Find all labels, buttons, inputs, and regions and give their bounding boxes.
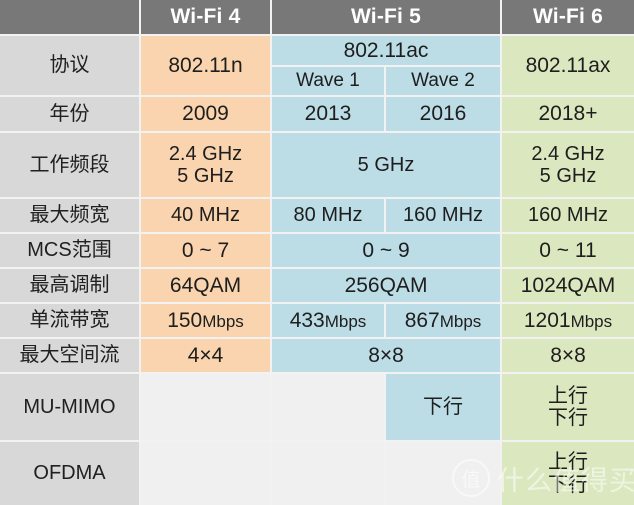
cell-per-stream-bandwidth-wifi5-wave1: 433Mbps: [272, 304, 384, 337]
cell-ofdma-wifi4: [141, 442, 270, 505]
cell-frequency-band-wifi4: 2.4 GHz 5 GHz: [141, 133, 270, 197]
subcolumn-header-wave1: Wave 1: [272, 67, 384, 95]
cell-protocol-wifi6: 802.11ax: [502, 36, 634, 95]
row-label-per-stream-bandwidth: 单流带宽: [0, 304, 139, 337]
cell-ofdma-wifi5-wave1: [272, 442, 384, 505]
column-header-wifi5: Wi-Fi 5: [272, 0, 500, 34]
cell-max-spatial-streams-wifi5: 8×8: [272, 339, 500, 372]
row-label-protocol: 协议: [0, 36, 139, 95]
cell-protocol-wifi4: 802.11n: [141, 36, 270, 95]
row-label-ofdma: OFDMA: [0, 442, 139, 505]
cell-max-bandwidth-wifi5-wave1: 80 MHz: [272, 199, 384, 232]
subcolumn-header-wave2: Wave 2: [386, 67, 500, 95]
cell-max-spatial-streams-wifi4: 4×4: [141, 339, 270, 372]
column-header-wifi4-label: Wi-Fi 4: [170, 5, 241, 29]
column-header-wifi5-label: Wi-Fi 5: [350, 5, 422, 29]
row-label-frequency-band: 工作频段: [0, 133, 139, 197]
cell-max-bandwidth-wifi4: 40 MHz: [141, 199, 270, 232]
cell-ofdma-wifi5-wave2: [386, 442, 500, 505]
cell-max-modulation-wifi4: 64QAM: [141, 269, 270, 302]
cell-per-stream-bandwidth-wifi5-wave2: 867Mbps: [386, 304, 500, 337]
cell-max-modulation-wifi6: 1024QAM: [502, 269, 634, 302]
cell-max-spatial-streams-wifi6: 8×8: [502, 339, 634, 372]
cell-ofdma-wifi6: 上行 下行: [502, 442, 634, 505]
row-label-max-spatial-streams: 最大空间流: [0, 339, 139, 372]
cell-frequency-band-wifi6: 2.4 GHz 5 GHz: [502, 133, 634, 197]
cell-mcs-range-wifi4: 0 ~ 7: [141, 234, 270, 267]
cell-frequency-band-wifi5: 5 GHz: [272, 133, 500, 197]
cell-mcs-range-wifi5: 0 ~ 9: [272, 234, 500, 267]
row-label-mu-mimo: MU-MIMO: [0, 374, 139, 440]
cell-mu-mimo-wifi5-wave1: [272, 374, 384, 440]
cell-mu-mimo-wifi5-wave2: 下行: [386, 374, 500, 440]
column-header-wifi6-label: Wi-Fi 6: [532, 5, 604, 29]
row-label-max-modulation: 最高调制: [0, 269, 139, 302]
cell-max-bandwidth-wifi5-wave2: 160 MHz: [386, 199, 500, 232]
cell-year-wifi6: 2018+: [502, 97, 634, 131]
cell-mcs-range-wifi6: 0 ~ 11: [502, 234, 634, 267]
row-label-mcs-range: MCS范围: [0, 234, 139, 267]
cell-max-modulation-wifi5: 256QAM: [272, 269, 500, 302]
cell-year-wifi5-wave1: 2013: [272, 97, 384, 131]
column-header-wifi4: Wi-Fi 4: [141, 0, 270, 34]
row-label-year: 年份: [0, 97, 139, 131]
cell-protocol-wifi5: 802.11ac: [272, 36, 500, 65]
cell-year-wifi4: 2009: [141, 97, 270, 131]
cell-mu-mimo-wifi4: [141, 374, 270, 440]
cell-mu-mimo-wifi6: 上行 下行: [502, 374, 634, 440]
column-header-wifi6: Wi-Fi 6: [502, 0, 634, 34]
table-corner-cell: [0, 0, 139, 34]
row-label-max-bandwidth: 最大频宽: [0, 199, 139, 232]
wifi-standards-comparison-table: Wi-Fi 4 Wi-Fi 5 Wi-Fi 6 协议 802.11n 802.1…: [0, 0, 634, 505]
cell-per-stream-bandwidth-wifi6: 1201Mbps: [502, 304, 634, 337]
cell-year-wifi5-wave2: 2016: [386, 97, 500, 131]
cell-per-stream-bandwidth-wifi4: 150Mbps: [141, 304, 270, 337]
cell-max-bandwidth-wifi6: 160 MHz: [502, 199, 634, 232]
